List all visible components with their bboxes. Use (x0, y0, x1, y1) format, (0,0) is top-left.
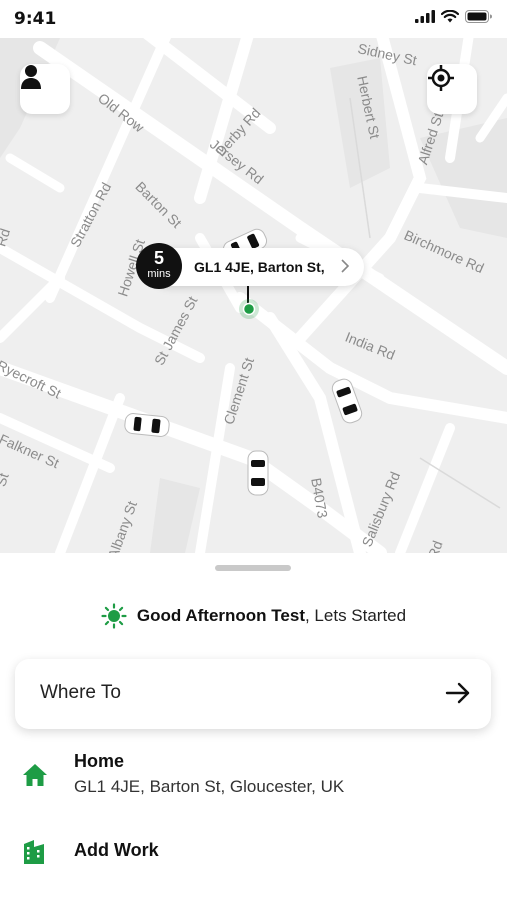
wifi-icon (441, 10, 459, 23)
eta-unit: mins (147, 268, 171, 280)
home-icon (23, 764, 47, 786)
profile-button[interactable] (20, 64, 70, 114)
sun-icon (101, 603, 127, 629)
battery-icon (465, 10, 492, 23)
crosshair-icon (428, 65, 454, 91)
current-location-icon (239, 299, 259, 319)
user-icon (21, 65, 41, 89)
saved-place-address: GL1 4JE, Barton St, Gloucester, UK (74, 777, 345, 796)
car-icon (124, 413, 170, 437)
chevron-right-icon (341, 259, 350, 273)
work-building-icon (24, 840, 44, 864)
where-to-search[interactable]: Where To (15, 659, 491, 729)
saved-place-title: Add Work (74, 840, 159, 860)
greeting: Good Afternoon Test, Lets Started (0, 603, 507, 629)
eta-value: 5 (153, 248, 164, 268)
car-icon (247, 450, 269, 496)
status-bar: 9:41 (0, 0, 507, 38)
greeting-rest: , Lets Started (304, 606, 407, 625)
pickup-address: GL1 4JE, Barton St, (194, 259, 325, 275)
status-icons (415, 10, 493, 23)
eta-badge: 5 mins (136, 243, 182, 289)
saved-place-title: Home (74, 751, 125, 771)
bottom-sheet: Good Afternoon Test, Lets Started Where … (0, 553, 507, 900)
signal-icon (415, 10, 435, 23)
locate-me-button[interactable] (427, 64, 477, 114)
where-to-label: Where To (40, 682, 121, 703)
saved-place-work[interactable]: Add Work (0, 838, 507, 868)
status-time: 9:41 (14, 9, 57, 29)
saved-place-home[interactable]: Home GL1 4JE, Barton St, Gloucester, UK (0, 749, 507, 805)
greeting-text: Good Afternoon Test, Lets Started (137, 606, 406, 626)
greeting-name: Good Afternoon Test (136, 606, 305, 625)
map-view[interactable]: Sidney St Old Row Derby Rd Herbert St Al… (0, 38, 507, 553)
pickup-address-pill[interactable]: GL1 4JE, Barton St, (150, 248, 364, 286)
arrow-right-icon (445, 682, 470, 704)
sheet-drag-handle[interactable] (215, 565, 291, 571)
